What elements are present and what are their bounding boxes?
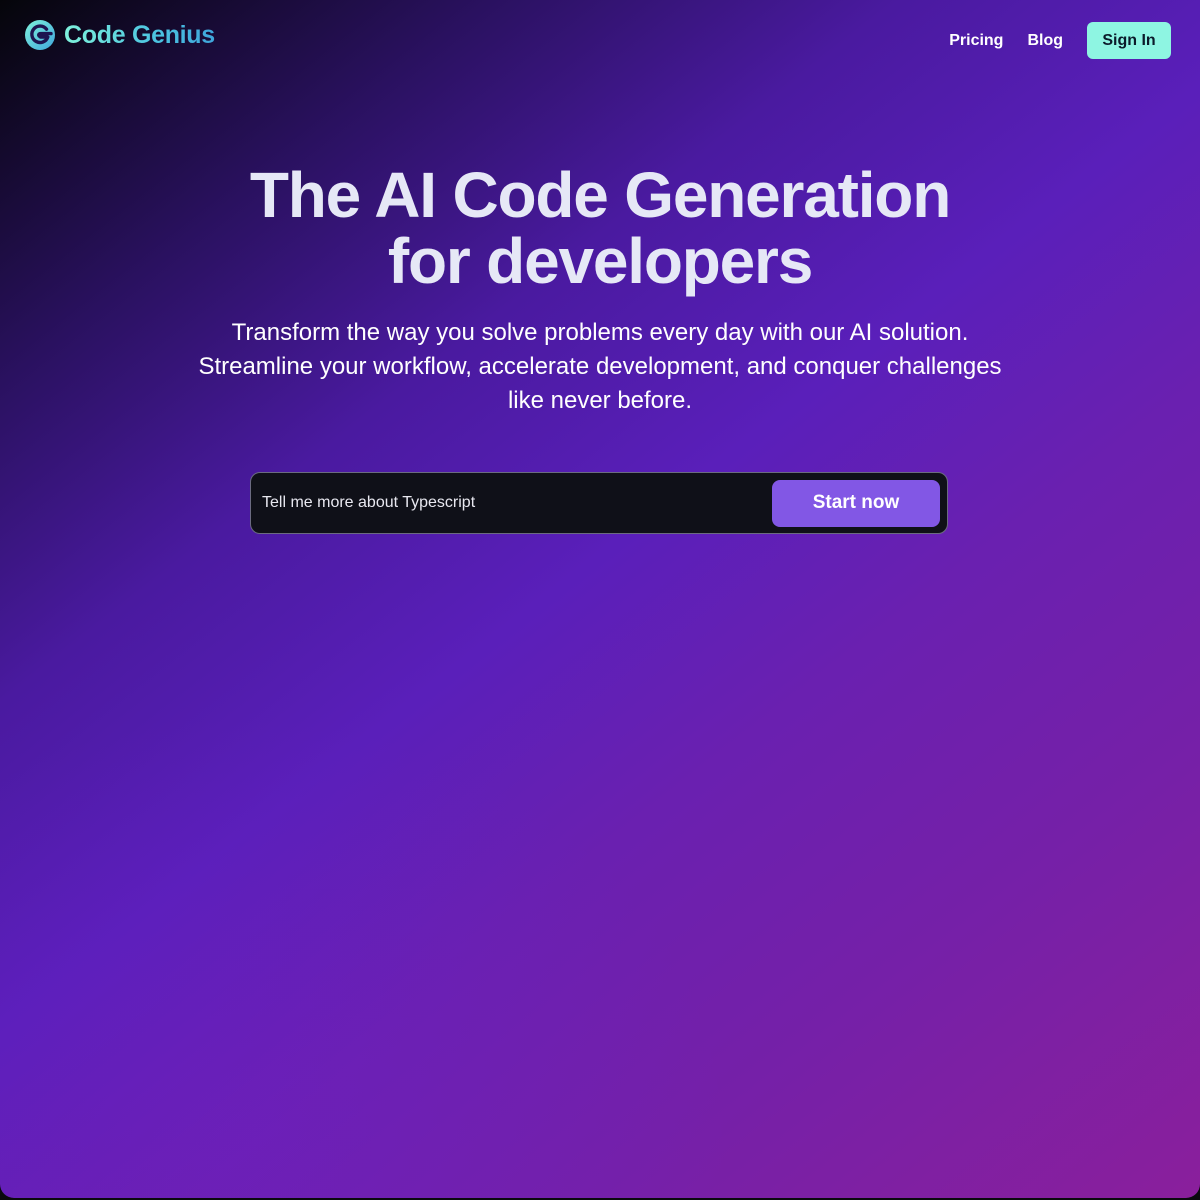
hero-title: The AI Code Generation for developers xyxy=(0,162,1200,294)
brand-name: Code Genius xyxy=(64,21,215,49)
hero-title-line-1: The AI Code Generation xyxy=(249,159,951,231)
site-header: Code Genius Pricing Blog Sign In xyxy=(0,0,1200,80)
nav-link-pricing[interactable]: Pricing xyxy=(949,22,1003,59)
hero-subtitle-line-3: like never before. xyxy=(507,387,693,414)
brand-logo-link[interactable]: Code Genius xyxy=(24,19,215,51)
hero-title-line-2: for developers xyxy=(387,225,813,297)
hero-subtitle-line-2: Streamline your workflow, accelerate dev… xyxy=(198,353,1002,380)
prompt-bar: Start now xyxy=(250,472,948,534)
main-nav: Pricing Blog Sign In xyxy=(949,22,1171,59)
landing-page: Code Genius Pricing Blog Sign In The AI … xyxy=(0,0,1200,1198)
hero-subtitle: Transform the way you solve problems eve… xyxy=(170,316,1030,418)
hero-section: The AI Code Generation for developers Tr… xyxy=(0,162,1200,418)
start-now-button[interactable]: Start now xyxy=(772,479,940,527)
code-genius-logo-icon xyxy=(25,20,55,50)
sign-in-button[interactable]: Sign In xyxy=(1087,22,1171,59)
hero-subtitle-line-1: Transform the way you solve problems eve… xyxy=(231,319,969,346)
nav-link-blog[interactable]: Blog xyxy=(1027,22,1063,59)
prompt-input[interactable] xyxy=(251,473,772,533)
